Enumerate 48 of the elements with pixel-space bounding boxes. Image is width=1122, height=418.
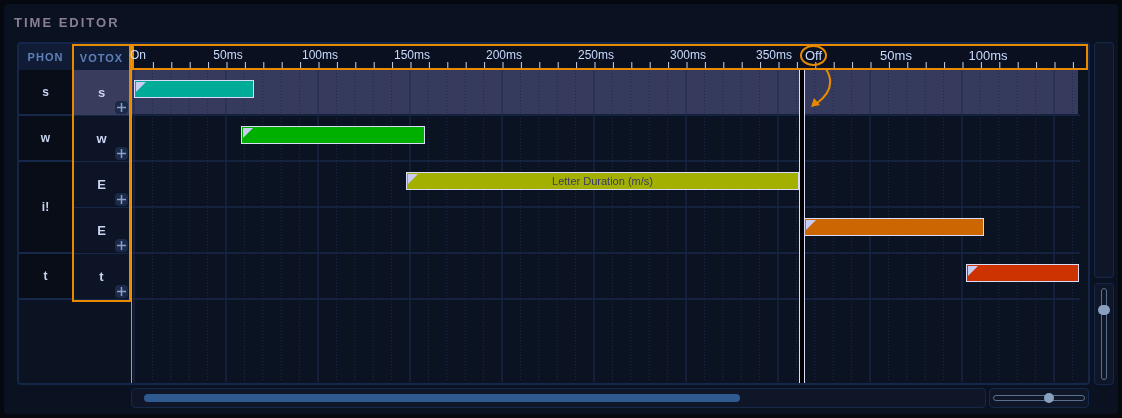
votox-cell[interactable]: E — [74, 208, 129, 254]
slider-thumb[interactable] — [1098, 305, 1110, 316]
votox-cell[interactable]: E — [74, 162, 129, 208]
duration-bar[interactable]: Letter Duration (m/s) — [406, 172, 799, 190]
ruler-label: 50ms — [880, 49, 912, 62]
ruler-label: 250ms — [578, 49, 614, 61]
add-button[interactable] — [115, 193, 128, 206]
phoneme-cell: s — [19, 70, 72, 116]
vertical-zoom-slider[interactable] — [1101, 288, 1107, 380]
ruler-label: 300ms — [670, 49, 706, 61]
phoneme-cell: i! — [19, 162, 72, 254]
off-marker-label: Off — [800, 45, 828, 66]
add-button[interactable] — [115, 147, 128, 160]
vertical-scrollbar[interactable] — [1094, 42, 1114, 278]
votox-cell[interactable]: s — [74, 70, 129, 116]
corner-handle-icon[interactable] — [806, 220, 816, 230]
add-button[interactable] — [115, 285, 128, 298]
ruler-label: 100ms — [302, 49, 338, 61]
corner-handle-icon[interactable] — [968, 266, 978, 276]
votox-cell[interactable]: w — [74, 116, 129, 162]
ruler-label: 150ms — [394, 49, 430, 61]
add-button[interactable] — [115, 239, 128, 252]
plus-icon — [117, 195, 126, 204]
plus-icon — [117, 287, 126, 296]
duration-bar[interactable] — [966, 264, 1079, 282]
ruler-label: 200ms — [486, 49, 522, 61]
plus-icon — [117, 241, 126, 250]
slider-thumb[interactable] — [1044, 393, 1055, 403]
votox-cell[interactable]: t — [74, 254, 129, 300]
plus-icon — [117, 103, 126, 112]
duration-bar[interactable] — [241, 126, 425, 144]
add-button[interactable] — [115, 101, 128, 114]
phoneme-cell: w — [19, 116, 72, 162]
ruler-label: 100ms — [968, 49, 1008, 62]
corner-handle-icon[interactable] — [243, 128, 253, 138]
column-header: VOTOX — [72, 44, 131, 70]
plus-icon — [117, 149, 126, 158]
corner-handle-icon[interactable] — [136, 82, 146, 92]
ruler-label: 50ms — [213, 49, 243, 61]
horizontal-zoom-slider[interactable] — [993, 395, 1085, 401]
panel-title: TIME EDITOR — [14, 14, 120, 33]
column-header: PHON — [19, 44, 72, 70]
phoneme-cell: t — [19, 254, 72, 300]
bar-label: Letter Duration (m/s) — [552, 173, 653, 189]
ruler-label: 350ms — [756, 49, 792, 61]
corner-handle-icon[interactable] — [408, 174, 418, 184]
horizontal-scrollbar-thumb[interactable] — [144, 394, 740, 402]
duration-bar[interactable] — [134, 80, 254, 98]
